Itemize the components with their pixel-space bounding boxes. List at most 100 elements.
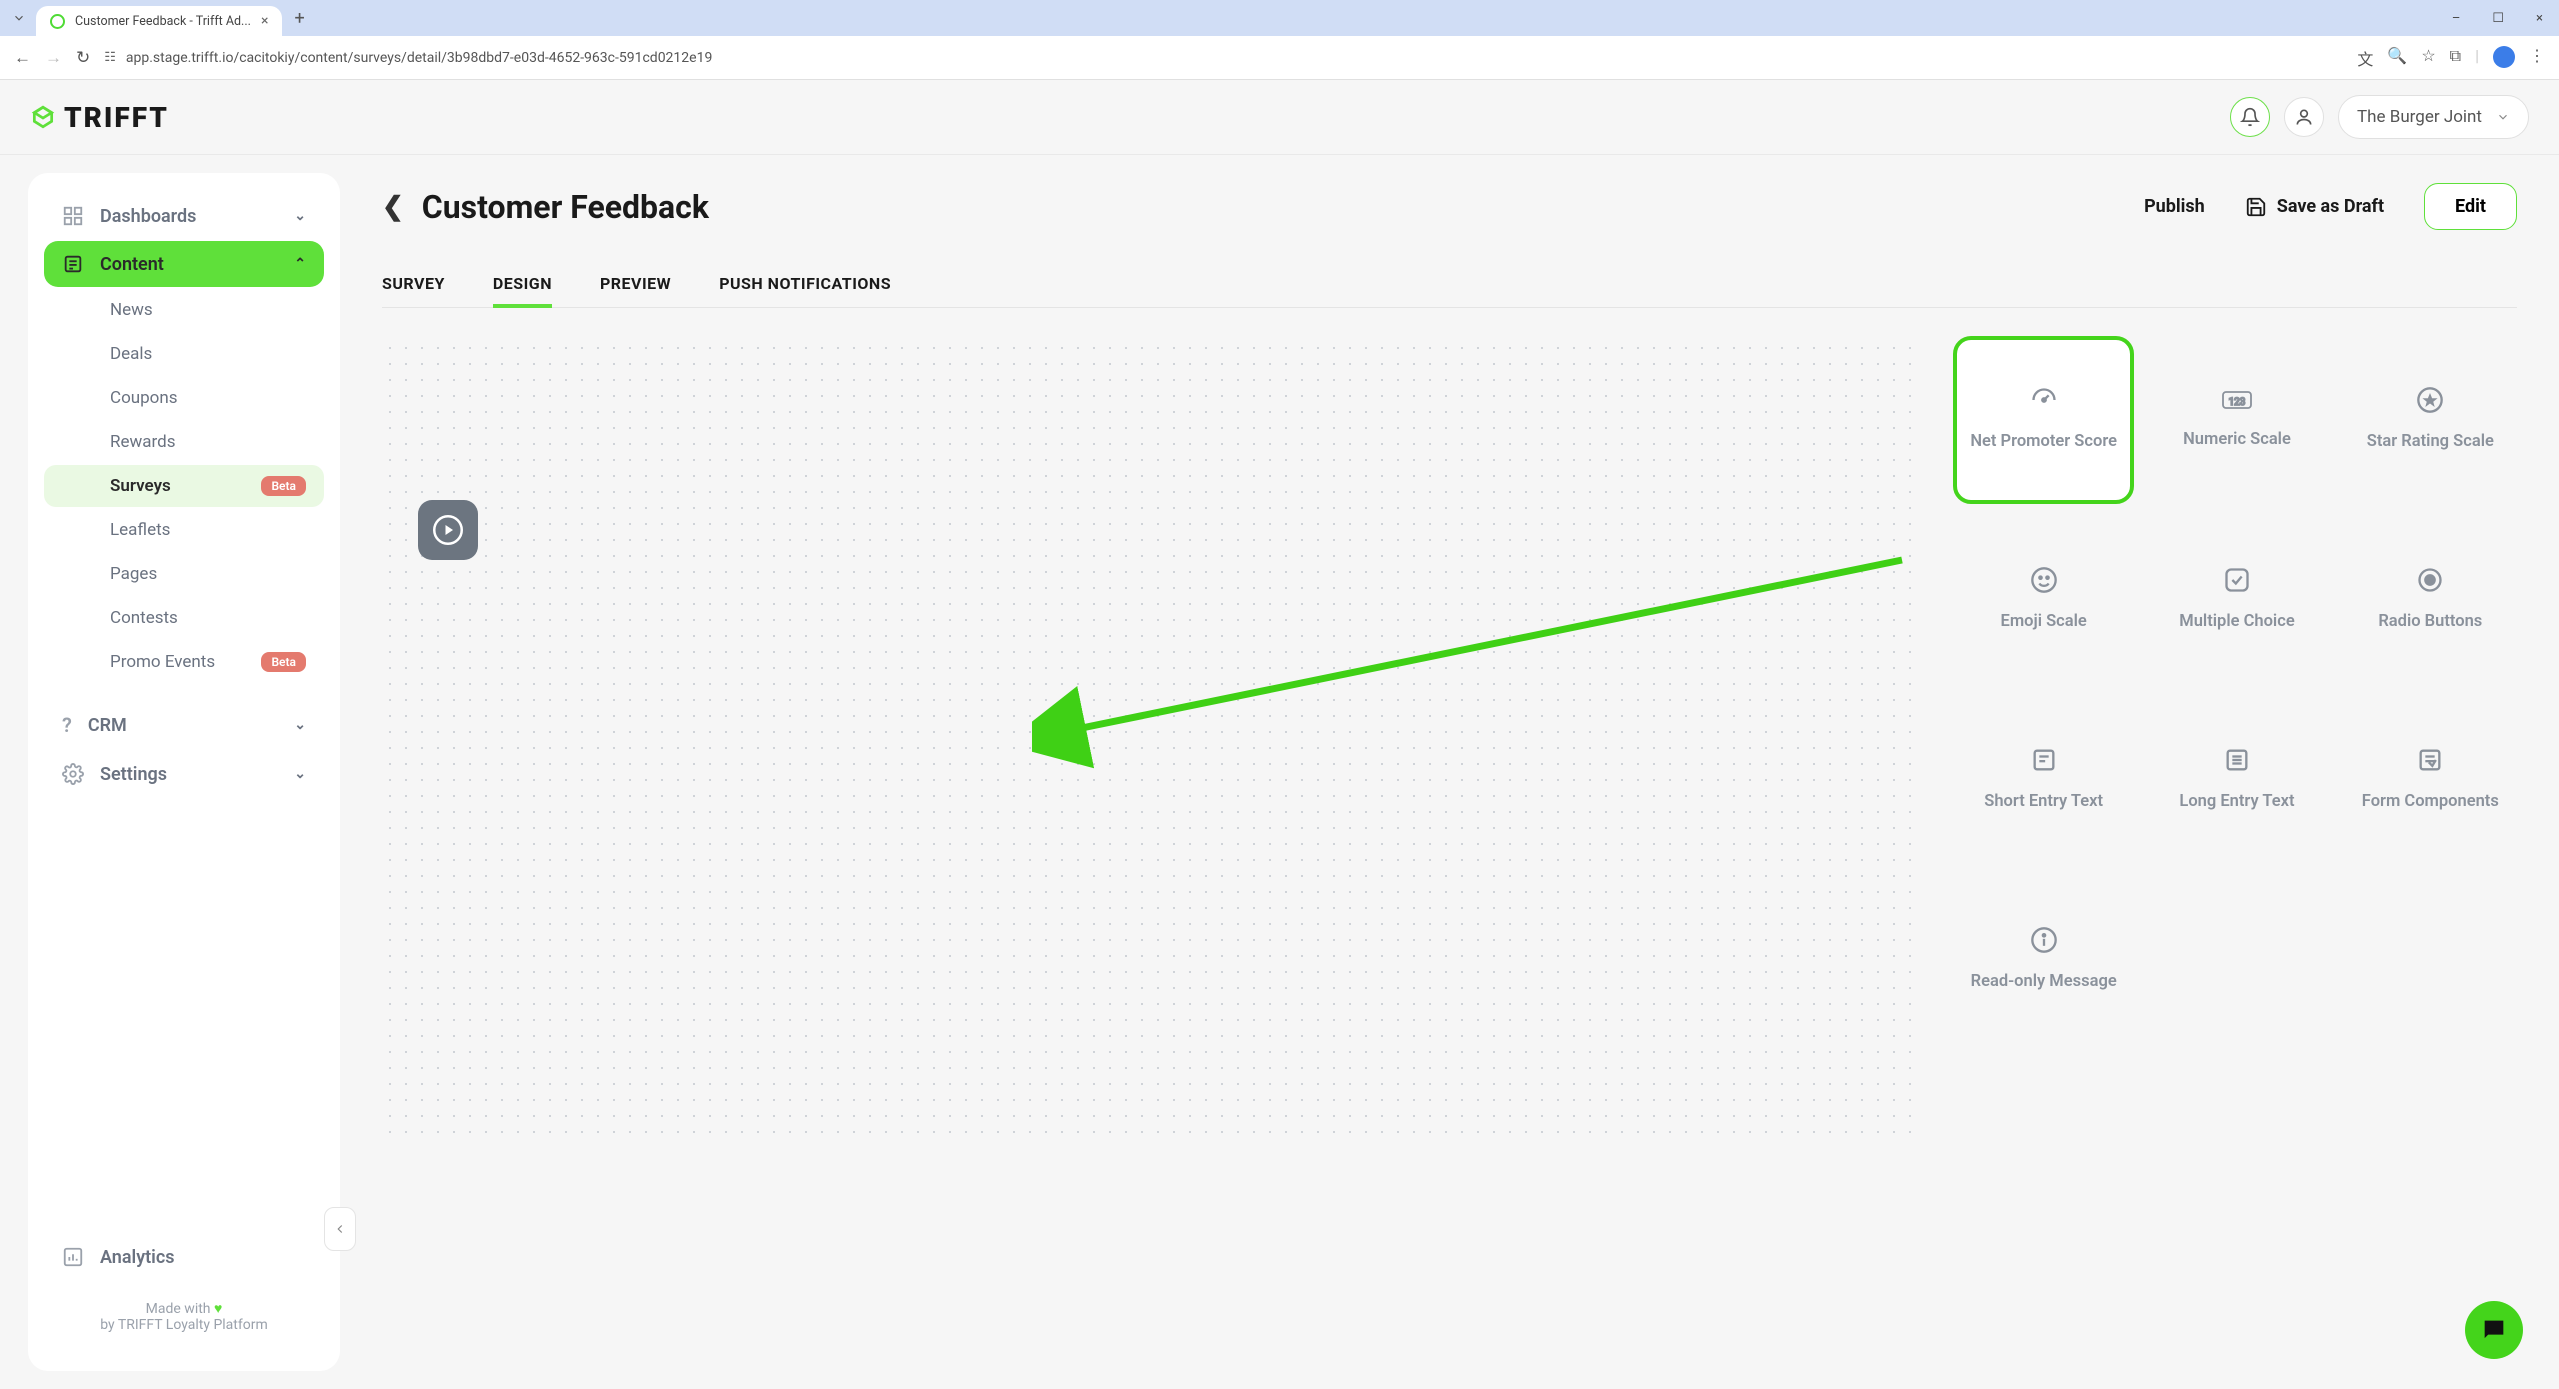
sidebar-subitem-promo-events[interactable]: Promo EventsBeta — [44, 641, 324, 683]
sidebar-item-dashboards[interactable]: Dashboards ⌄ — [44, 193, 324, 239]
start-node[interactable] — [418, 500, 478, 560]
profile-avatar[interactable] — [2493, 46, 2515, 68]
nav-forward-icon[interactable]: → — [45, 48, 62, 68]
chat-icon — [2480, 1316, 2508, 1344]
sidebar-subitem-label: Leaflets — [110, 520, 170, 540]
sidebar-item-settings[interactable]: Settings ⌄ — [44, 751, 324, 797]
tab-bar: SURVEY DESIGN PREVIEW PUSH NOTIFICATIONS — [382, 260, 2517, 308]
widget-label: Form Components — [2362, 790, 2499, 815]
widget-star-rating-scale[interactable]: Star Rating Scale — [2344, 340, 2517, 500]
browser-tab-strip: Customer Feedback - Trifft Ad... × + – ☐… — [0, 0, 2559, 36]
check-icon — [2223, 566, 2251, 594]
user-profile-button[interactable] — [2284, 97, 2324, 137]
minimize-icon[interactable]: – — [2444, 9, 2469, 28]
widget-label: Net Promoter Score — [1970, 430, 2117, 455]
widget-label: Emoji Scale — [2001, 610, 2087, 635]
widget-short-entry-text[interactable]: Short Entry Text — [1957, 700, 2130, 860]
new-tab-button[interactable]: + — [294, 8, 304, 29]
close-window-icon[interactable]: × — [2528, 9, 2551, 28]
browser-nav-bar: ← → ↻ ☷ app.stage.trifft.io/cacitokiy/co… — [0, 36, 2559, 80]
chat-fab[interactable] — [2465, 1301, 2523, 1359]
sidebar-label: CRM — [88, 715, 127, 736]
notifications-button[interactable] — [2230, 97, 2270, 137]
save-icon — [2245, 196, 2267, 218]
sidebar-subitem-leaflets[interactable]: Leaflets — [44, 509, 324, 551]
tab-design[interactable]: DESIGN — [493, 260, 552, 307]
sidebar-subitem-label: Contests — [110, 608, 178, 628]
sidebar-subitem-coupons[interactable]: Coupons — [44, 377, 324, 419]
sidebar-subitem-news[interactable]: News — [44, 289, 324, 331]
widget-form-components[interactable]: Form Components — [2344, 700, 2517, 860]
sidebar-subitem-label: Promo Events — [110, 652, 215, 672]
edit-button[interactable]: Edit — [2424, 183, 2517, 230]
site-info-icon[interactable]: ☷ — [104, 50, 116, 65]
sidebar-label: Settings — [100, 764, 167, 785]
main-content: ❮ Customer Feedback Publish Save as Draf… — [340, 155, 2559, 1389]
url-bar[interactable]: ☷ app.stage.trifft.io/cacitokiy/content/… — [104, 50, 2343, 66]
tab-survey[interactable]: SURVEY — [382, 260, 445, 307]
tab-history-dropdown[interactable] — [8, 7, 30, 29]
widget-long-entry-text[interactable]: Long Entry Text — [2150, 700, 2323, 860]
extensions-icon[interactable]: ⧉ — [2450, 46, 2461, 70]
back-button[interactable]: ❮ — [382, 192, 404, 222]
widget-multiple-choice[interactable]: Multiple Choice — [2150, 520, 2323, 680]
chevron-left-icon — [333, 1222, 347, 1236]
widget-label: Star Rating Scale — [2367, 430, 2494, 455]
sidebar-subitem-pages[interactable]: Pages — [44, 553, 324, 595]
nav-back-icon[interactable]: ← — [14, 48, 31, 68]
maximize-icon[interactable]: ☐ — [2484, 9, 2512, 28]
annotation-arrow — [1032, 490, 1932, 790]
page-title: Customer Feedback — [422, 188, 709, 226]
svg-text:123: 123 — [2229, 397, 2246, 408]
publish-button[interactable]: Publish — [2144, 196, 2205, 217]
browser-tab[interactable]: Customer Feedback - Trifft Ad... × — [36, 6, 282, 36]
sidebar-subitem-rewards[interactable]: Rewards — [44, 421, 324, 463]
nav-reload-icon[interactable]: ↻ — [76, 48, 90, 68]
widget-emoji-scale[interactable]: Emoji Scale — [1957, 520, 2130, 680]
sidebar-label: Content — [100, 254, 164, 275]
close-tab-icon[interactable]: × — [261, 13, 268, 29]
widget-numeric-scale[interactable]: 123Numeric Scale — [2150, 340, 2323, 500]
org-name: The Burger Joint — [2357, 107, 2482, 127]
play-icon — [433, 515, 463, 545]
sidebar-subitem-label: Deals — [110, 344, 152, 364]
widget-read-only-message[interactable]: Read-only Message — [1957, 880, 2130, 1040]
tab-favicon — [50, 14, 65, 29]
design-canvas[interactable] — [382, 340, 1925, 1140]
org-selector[interactable]: The Burger Joint — [2338, 95, 2529, 139]
widget-label: Multiple Choice — [2179, 610, 2294, 635]
sidebar-item-analytics[interactable]: Analytics — [44, 1234, 324, 1280]
form-icon — [2416, 746, 2444, 774]
tab-title: Customer Feedback - Trifft Ad... — [75, 14, 251, 29]
tab-preview[interactable]: PREVIEW — [600, 260, 671, 307]
sidebar-item-content[interactable]: Content ⌃ — [44, 241, 324, 287]
logo-icon — [30, 104, 56, 130]
brand-logo[interactable]: TRIFFT — [30, 101, 169, 134]
collapse-sidebar-button[interactable] — [324, 1207, 356, 1251]
widget-label: Read-only Message — [1971, 970, 2117, 995]
save-draft-button[interactable]: Save as Draft — [2245, 196, 2384, 218]
chevron-down-icon: ⌄ — [294, 766, 306, 782]
widget-radio-buttons[interactable]: Radio Buttons — [2344, 520, 2517, 680]
zoom-icon[interactable]: 🔍 — [2387, 46, 2407, 70]
sidebar-subitem-deals[interactable]: Deals — [44, 333, 324, 375]
gear-icon — [62, 763, 84, 785]
sidebar-label: Analytics — [100, 1247, 175, 1268]
sidebar-subitem-contests[interactable]: Contests — [44, 597, 324, 639]
info-icon — [2030, 926, 2058, 954]
sidebar-item-crm[interactable]: ? CRM ⌄ — [44, 701, 324, 749]
browser-menu-icon[interactable]: ⋮ — [2529, 46, 2545, 70]
widget-label: Long Entry Text — [2179, 790, 2294, 815]
radio-icon — [2416, 566, 2444, 594]
url-text: app.stage.trifft.io/cacitokiy/content/su… — [126, 50, 712, 66]
content-icon — [62, 253, 84, 275]
widget-net-promoter-score[interactable]: Net Promoter Score — [1957, 340, 2130, 500]
tab-push-notifications[interactable]: PUSH NOTIFICATIONS — [719, 260, 891, 307]
bookmark-icon[interactable]: ☆ — [2421, 46, 2435, 70]
chevron-down-icon: ⌄ — [294, 717, 306, 733]
chevron-down-icon — [2496, 110, 2510, 124]
sidebar-label: Dashboards — [100, 206, 196, 227]
translate-icon[interactable]: 文 — [2357, 46, 2373, 70]
browser-menu-divider: | — [2475, 46, 2479, 70]
sidebar-subitem-surveys[interactable]: SurveysBeta — [44, 465, 324, 507]
